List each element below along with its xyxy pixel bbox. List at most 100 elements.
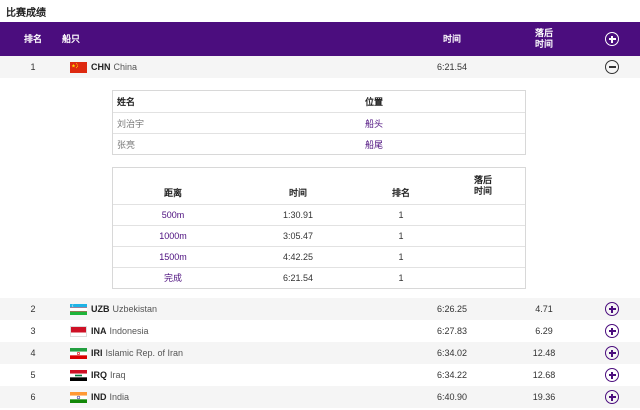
- header-boat: 船只: [62, 33, 81, 44]
- country-code: IRQ: [91, 370, 108, 380]
- expand-button[interactable]: [604, 364, 620, 386]
- result-row-2[interactable]: 2 UZB Uzbekistan 6:26.25 4.71: [0, 298, 640, 320]
- split-row: 1500m 4:42.25 1: [113, 246, 525, 267]
- split-row: 1000m 3:05.47 1: [113, 225, 525, 246]
- crew-header-name: 姓名: [117, 97, 136, 107]
- behind-cell: 4.71: [535, 304, 553, 314]
- behind-cell: [522, 56, 566, 78]
- boat-cell: UZB Uzbekistan: [70, 298, 370, 320]
- split-distance: 完成: [163, 272, 182, 283]
- boat-cell: IRI Islamic Rep. of Iran: [70, 342, 370, 364]
- country-code: INA: [91, 326, 107, 336]
- result-row-1[interactable]: 1 CHN China 6:21.54: [0, 56, 640, 78]
- rank-cell: 5: [30, 370, 36, 380]
- plus-circle-icon: [605, 32, 619, 46]
- splits-header-distance: 距离: [163, 188, 182, 198]
- split-rank: 1: [398, 209, 404, 220]
- result-row-3[interactable]: 3 INA Indonesia 6:27.83 6.29: [0, 320, 640, 342]
- splits-header-time: 时间: [288, 188, 307, 198]
- behind-cell: 12.68: [532, 370, 556, 380]
- boat-cell: IND India: [70, 386, 370, 408]
- time-cell: 6:26.25: [436, 304, 468, 314]
- split-behind: [458, 226, 508, 246]
- result-row-4[interactable]: 4 IRI Islamic Rep. of Iran 6:34.02 12.48: [0, 342, 640, 364]
- split-distance: 1000m: [159, 230, 187, 241]
- behind-cell: 12.48: [532, 348, 556, 358]
- split-row: 完成 6:21.54 1: [113, 267, 525, 288]
- splits-header-behind: 落后时间: [473, 175, 492, 196]
- collapse-button[interactable]: [604, 56, 620, 78]
- header-time: 时间: [442, 33, 461, 44]
- rank-cell: 4: [30, 348, 36, 358]
- header-rank: 排名: [23, 33, 42, 44]
- crew-header-row: 姓名 位置: [113, 91, 525, 112]
- splits-table: 距离 时间 排名 落后时间 500m 1:30.91 1 1000m 3:05.…: [112, 167, 526, 289]
- split-behind: [458, 247, 508, 267]
- rank-cell: 2: [30, 304, 36, 314]
- expand-button[interactable]: [604, 320, 620, 342]
- split-behind: [458, 205, 508, 225]
- time-cell: 6:27.83: [436, 326, 468, 336]
- expand-button[interactable]: [604, 342, 620, 364]
- expand-all-button[interactable]: [600, 22, 624, 56]
- plus-circle-icon: [605, 324, 619, 338]
- split-time: 4:42.25: [282, 251, 314, 262]
- ir-flag-icon: [70, 347, 87, 359]
- crew-table: 姓名 位置 刘治宇 船头 张亮 船尾: [112, 90, 526, 155]
- boat-cell: INA Indonesia: [70, 320, 370, 342]
- in-flag-icon: [70, 391, 87, 403]
- split-time: 1:30.91: [282, 209, 314, 220]
- split-time: 3:05.47: [282, 230, 314, 241]
- header-behind: 落后时间: [534, 28, 553, 49]
- crew-row: 刘治宇 船头: [113, 112, 525, 133]
- rank-cell: 3: [30, 326, 36, 336]
- time-cell: 6:40.90: [436, 392, 468, 402]
- crew-row: 张亮 船尾: [113, 133, 525, 154]
- split-rank: 1: [398, 251, 404, 262]
- expand-button[interactable]: [604, 386, 620, 408]
- country-name: Islamic Rep. of Iran: [105, 348, 184, 358]
- plus-circle-icon: [605, 390, 619, 404]
- athlete-position: 船头: [365, 119, 384, 129]
- country-code: CHN: [91, 62, 111, 72]
- boat-cell: CHN China: [70, 56, 370, 78]
- split-rank: 1: [398, 272, 404, 283]
- country-name: Uzbekistan: [112, 304, 158, 314]
- results-table-header: 排名 船只 时间 落后时间: [0, 22, 640, 56]
- behind-cell: 6.29: [535, 326, 553, 336]
- split-time: 6:21.54: [282, 272, 314, 283]
- expand-button[interactable]: [604, 298, 620, 320]
- split-distance: 500m: [161, 209, 185, 220]
- athlete-name[interactable]: 张亮: [117, 134, 135, 155]
- iq-flag-icon: [70, 369, 87, 381]
- athlete-name[interactable]: 刘治宇: [117, 113, 144, 134]
- country-code: IND: [91, 392, 107, 402]
- split-distance: 1500m: [159, 251, 187, 262]
- splits-header-row: 距离 时间 排名 落后时间: [113, 168, 525, 204]
- minus-circle-icon: [605, 60, 619, 74]
- rank-cell: 1: [30, 62, 36, 72]
- id-flag-icon: [70, 325, 87, 337]
- result-row-6[interactable]: 6 IND India 6:40.90 19.36: [0, 386, 640, 408]
- plus-circle-icon: [605, 368, 619, 382]
- country-name: Iraq: [110, 370, 126, 380]
- plus-circle-icon: [605, 346, 619, 360]
- result-row-5[interactable]: 5 IRQ Iraq 6:34.22 12.68: [0, 364, 640, 386]
- crew-header-position: 位置: [365, 97, 384, 107]
- time-cell: 6:34.22: [436, 370, 468, 380]
- time-cell: 6:34.02: [436, 348, 468, 358]
- boat-cell: IRQ Iraq: [70, 364, 370, 386]
- athlete-position: 船尾: [365, 140, 384, 150]
- time-cell: 6:21.54: [436, 62, 468, 72]
- country-code: IRI: [91, 348, 103, 358]
- country-name: China: [113, 62, 138, 72]
- section-title: 比赛成绩: [6, 8, 46, 19]
- split-behind: [458, 268, 508, 288]
- uz-flag-icon: [70, 303, 87, 315]
- behind-cell: 19.36: [532, 392, 556, 402]
- rank-cell: 6: [30, 392, 36, 402]
- cn-flag-icon: [70, 61, 87, 73]
- country-name: India: [109, 392, 130, 402]
- plus-circle-icon: [605, 302, 619, 316]
- split-row: 500m 1:30.91 1: [113, 204, 525, 225]
